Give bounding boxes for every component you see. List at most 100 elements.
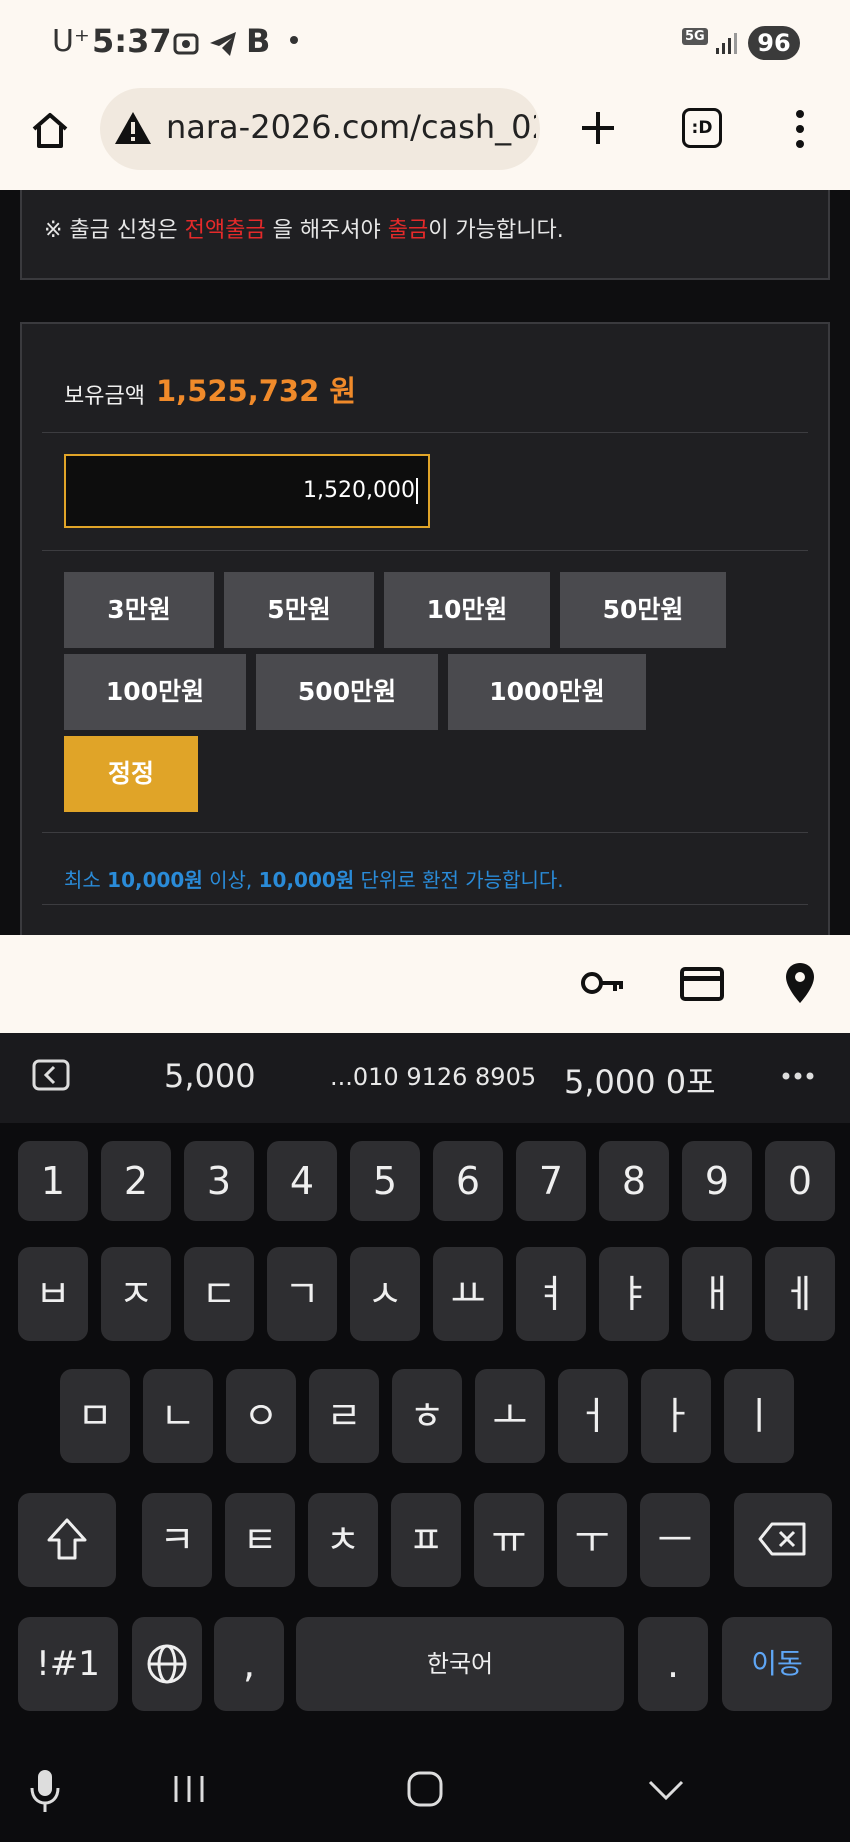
key-hangul[interactable]: ㅎ <box>392 1369 462 1463</box>
key-1[interactable]: 1 <box>18 1141 88 1221</box>
shift-key[interactable] <box>18 1493 116 1587</box>
credit-card-icon[interactable] <box>680 967 724 1001</box>
key-5[interactable]: 5 <box>350 1141 420 1221</box>
tab-switcher-button[interactable]: :D <box>682 108 722 148</box>
min-amount-info: 최소 10,000원 이상, 10,000원 단위로 환전 가능합니다. <box>64 864 564 893</box>
more-menu-icon[interactable] <box>790 108 810 150</box>
key-hangul[interactable]: ㅈ <box>101 1247 171 1341</box>
language-key[interactable] <box>132 1617 202 1711</box>
key-hangul[interactable]: ㅜ <box>557 1493 627 1587</box>
reset-button[interactable]: 정정 <box>64 736 198 812</box>
info-part1: 최소 <box>64 868 108 892</box>
key-hangul[interactable]: ㅔ <box>765 1247 835 1341</box>
key-hangul[interactable]: ㅡ <box>640 1493 710 1587</box>
key-hangul[interactable]: ㅐ <box>682 1247 752 1341</box>
microphone-icon[interactable] <box>28 1768 62 1814</box>
key-icon[interactable] <box>580 965 626 1001</box>
info-unit-amount: 10,000원 <box>258 868 355 892</box>
recent-apps-icon[interactable] <box>172 1774 206 1804</box>
divider <box>42 904 808 905</box>
backspace-key[interactable] <box>734 1493 832 1587</box>
key-8[interactable]: 8 <box>599 1141 669 1221</box>
key-hangul[interactable]: ㅛ <box>433 1247 503 1341</box>
key-hangul[interactable]: ㄷ <box>184 1247 254 1341</box>
amount-button-1m[interactable]: 100만원 <box>64 654 246 730</box>
not-secure-warning-icon[interactable] <box>114 110 152 146</box>
key-3[interactable]: 3 <box>184 1141 254 1221</box>
home-icon[interactable] <box>28 108 72 152</box>
more-notifications-dot <box>290 36 298 44</box>
collapse-suggestions-icon[interactable] <box>32 1059 70 1091</box>
key-hangul[interactable]: ㅊ <box>308 1493 378 1587</box>
key-hangul[interactable]: ㅋ <box>142 1493 212 1587</box>
network-5g-icon: 5G <box>682 28 708 45</box>
carrier-label: U⁺ <box>52 24 90 59</box>
enter-go-key[interactable]: 이동 <box>722 1617 832 1711</box>
hide-keyboard-icon[interactable] <box>646 1778 686 1802</box>
key-hangul[interactable]: ㅏ <box>641 1369 711 1463</box>
app-b-icon: B <box>246 22 271 60</box>
divider <box>42 550 808 551</box>
key-6[interactable]: 6 <box>433 1141 503 1221</box>
more-suggestions-icon[interactable] <box>782 1071 814 1081</box>
key-hangul[interactable]: ㅌ <box>225 1493 295 1587</box>
key-hangul[interactable]: ㅂ <box>18 1247 88 1341</box>
location-pin-icon[interactable] <box>784 961 816 1005</box>
notice-suffix: 이 가능합니다. <box>428 218 564 243</box>
balance-label: 보유금액 <box>64 384 145 409</box>
amount-button-5m[interactable]: 500만원 <box>256 654 438 730</box>
amount-button-500k[interactable]: 50만원 <box>560 572 726 648</box>
keyboard: 5,000 ...010 9126 8905 5,000 0포 1 2 3 4 … <box>0 1033 850 1842</box>
address-bar[interactable]: nara-2026.com/cash_02 <box>100 88 540 170</box>
key-hangul[interactable]: ㅓ <box>558 1369 628 1463</box>
home-nav-icon[interactable] <box>406 1770 444 1808</box>
system-nav-bar <box>0 1740 850 1842</box>
key-hangul[interactable]: ㅍ <box>391 1493 461 1587</box>
divider <box>42 432 808 433</box>
clock: 5:37 <box>92 22 172 60</box>
backspace-icon <box>758 1522 806 1556</box>
tab-switcher-label: :D <box>691 118 713 138</box>
new-tab-icon[interactable] <box>578 108 618 148</box>
balance-value: 1,525,732 원 <box>156 374 357 408</box>
key-7[interactable]: 7 <box>516 1141 586 1221</box>
amount-button-100k[interactable]: 10만원 <box>384 572 550 648</box>
key-hangul[interactable]: ㅇ <box>226 1369 296 1463</box>
amount-button-50k[interactable]: 5만원 <box>224 572 374 648</box>
symbols-key[interactable]: !#1 <box>18 1617 118 1711</box>
key-4[interactable]: 4 <box>267 1141 337 1221</box>
suggestion-item[interactable]: ...010 9126 8905 <box>330 1063 536 1091</box>
key-hangul[interactable]: ㅕ <box>516 1247 586 1341</box>
amount-button-30k[interactable]: 3만원 <box>64 572 214 648</box>
suggestion-item[interactable]: 5,000 0포 <box>564 1057 716 1103</box>
comma-key[interactable]: , <box>214 1617 284 1711</box>
key-hangul[interactable]: ㅅ <box>350 1247 420 1341</box>
key-hangul[interactable]: ㅣ <box>724 1369 794 1463</box>
notice-highlight-full-withdrawal: 전액출금 <box>184 218 266 243</box>
suggestion-bar: 5,000 ...010 9126 8905 5,000 0포 <box>0 1033 850 1123</box>
key-hangul[interactable]: ㄹ <box>309 1369 379 1463</box>
globe-icon <box>147 1644 187 1684</box>
divider <box>42 832 808 833</box>
amount-input[interactable]: 1,520,000 <box>64 454 430 528</box>
screenshot-icon <box>173 33 199 55</box>
url-text[interactable]: nara-2026.com/cash_02 <box>166 108 536 146</box>
key-hangul[interactable]: ㄱ <box>267 1247 337 1341</box>
shift-icon <box>47 1518 87 1560</box>
key-hangul[interactable]: ㅠ <box>474 1493 544 1587</box>
key-hangul[interactable]: ㅑ <box>599 1247 669 1341</box>
amount-input-value: 1,520,000 <box>303 478 415 503</box>
key-hangul[interactable]: ㅗ <box>475 1369 545 1463</box>
space-key[interactable]: 한국어 <box>296 1617 624 1711</box>
browser-toolbar: nara-2026.com/cash_02 :D <box>0 88 850 190</box>
key-0[interactable]: 0 <box>765 1141 835 1221</box>
key-hangul[interactable]: ㄴ <box>143 1369 213 1463</box>
key-hangul[interactable]: ㅁ <box>60 1369 130 1463</box>
period-key[interactable]: . <box>638 1617 708 1711</box>
notice-highlight-withdrawal: 출금 <box>387 218 429 243</box>
amount-button-10m[interactable]: 1000만원 <box>448 654 646 730</box>
key-2[interactable]: 2 <box>101 1141 171 1221</box>
notice-middle: 을 해주셔야 <box>265 218 388 243</box>
suggestion-item[interactable]: 5,000 <box>164 1057 256 1095</box>
key-9[interactable]: 9 <box>682 1141 752 1221</box>
